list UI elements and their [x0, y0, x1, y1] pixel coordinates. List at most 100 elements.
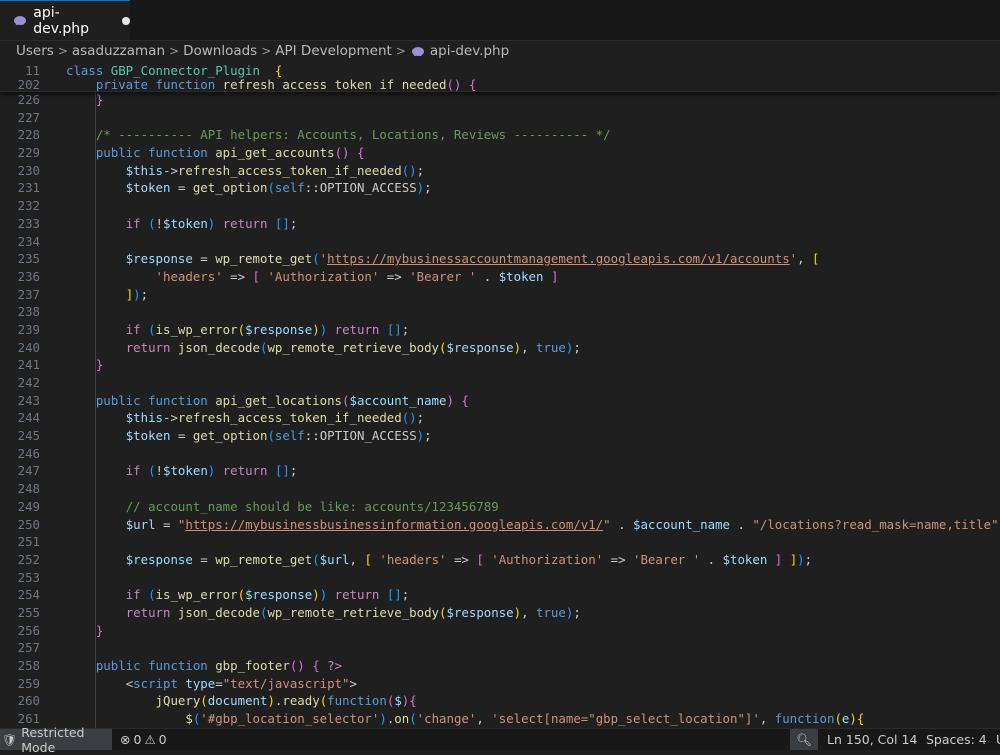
code-line[interactable]: 247 if (!$token) return []; — [0, 462, 1000, 480]
code-token: wp_remote_retrieve_body — [267, 604, 440, 620]
sticky-scroll-header[interactable]: 11 class GBP_Connector_Plugin {202 privat… — [0, 62, 1000, 92]
breadcrumb-item-file[interactable]: api-dev.php — [430, 43, 509, 59]
code-token: ( — [148, 463, 156, 479]
code-line[interactable]: 226 } — [0, 91, 1000, 109]
code-line[interactable]: 258 public function gbp_footer() { ?> — [0, 657, 1000, 675]
code-line[interactable]: 234 — [0, 233, 1000, 251]
breadcrumb-item-users[interactable]: Users — [16, 43, 54, 59]
code-token: refresh_access_token_if_needed — [222, 76, 447, 92]
code-line[interactable]: 244 $this->refresh_access_token_if_neede… — [0, 409, 1000, 427]
code-token: ( — [312, 551, 320, 567]
code-token: ; — [573, 604, 581, 620]
code-line[interactable]: 239 if (is_wp_error($response)) return [… — [0, 321, 1000, 339]
indentation-setting[interactable]: Spaces: 4 — [926, 729, 987, 750]
code-token: OPTION_ACCESS — [319, 180, 417, 196]
error-icon: ⊗ — [120, 732, 131, 747]
code-line[interactable]: 246 — [0, 445, 1000, 463]
code-line[interactable]: 240 return json_decode(wp_remote_retriev… — [0, 339, 1000, 357]
problems-indicator[interactable]: ⊗ 0 ⚠ 0 — [120, 729, 167, 750]
code-token: $account_name — [349, 392, 447, 408]
line-number: 246 — [17, 445, 40, 461]
code-line[interactable]: 242 — [0, 374, 1000, 392]
code-token: , — [797, 251, 813, 267]
code-token: ] — [782, 551, 798, 567]
line-code: } — [66, 91, 103, 109]
code-line[interactable]: 253 — [0, 569, 1000, 587]
code-token: json_decode — [177, 339, 260, 355]
code-line[interactable]: 228 /* ---------- API helpers: Accounts,… — [0, 126, 1000, 144]
code-token: = — [192, 251, 216, 267]
code-line[interactable]: 235 $response = wp_remote_get('https://m… — [0, 250, 1000, 268]
line-code: return json_decode(wp_remote_retrieve_bo… — [66, 339, 581, 357]
breadcrumb-item-downloads[interactable]: Downloads — [183, 43, 257, 59]
code-token: () { — [289, 658, 328, 673]
encoding-indicator[interactable]: U — [996, 729, 1000, 750]
restricted-mode-indicator[interactable]: 🛡 Restricted Mode — [0, 725, 112, 755]
code-token: ) — [312, 587, 320, 603]
code-token: , — [476, 711, 492, 727]
code-line[interactable]: 233 if (!$token) return []; — [0, 215, 1000, 233]
code-line[interactable]: 250 $url = "https://mybusinessbusinessin… — [0, 516, 1000, 534]
code-line[interactable]: 238 — [0, 303, 1000, 321]
tab-api-dev-php[interactable]: api-dev.php — [0, 0, 130, 40]
error-count: 0 — [133, 732, 142, 747]
code-line[interactable]: 243 public function api_get_locations($a… — [0, 392, 1000, 410]
code-line[interactable]: 261 $('#gbp_location_selector').on('chan… — [0, 710, 1000, 728]
code-line[interactable]: 259 <script type="text/javascript"> — [0, 675, 1000, 693]
code-lines[interactable]: 226 } 227 228 /* ---------- API helpers: A… — [0, 91, 1000, 728]
code-token: , — [521, 339, 537, 355]
code-line[interactable]: 236 'headers' => [ 'Authorization' => 'B… — [0, 268, 1000, 286]
code-line[interactable]: 257 — [0, 639, 1000, 657]
code-token: :: — [304, 180, 320, 196]
unsaved-dot-icon[interactable] — [122, 16, 130, 25]
code-token: . — [476, 268, 499, 284]
code-token: $url — [125, 516, 156, 532]
code-line[interactable]: 245 $token = get_option(self::OPTION_ACC… — [0, 427, 1000, 445]
code-token: refresh_access_token_if_needed — [177, 162, 402, 178]
code-line[interactable]: 256 } — [0, 622, 1000, 640]
code-line[interactable]: 231 $token = get_option(self::OPTION_ACC… — [0, 179, 1000, 197]
breadcrumb-item-user[interactable]: asaduzzaman — [72, 43, 165, 59]
code-token: ; — [416, 410, 425, 426]
code-line[interactable]: 249 // account_name should be like: acco… — [0, 498, 1000, 516]
code-line[interactable]: 202 private function refresh_access_toke… — [0, 76, 1000, 92]
code-line[interactable]: 230 $this->refresh_access_token_if_neede… — [0, 162, 1000, 180]
line-number: 236 — [17, 268, 40, 284]
code-line[interactable]: 251 — [0, 533, 1000, 551]
code-token: , — [349, 551, 365, 567]
code-line[interactable]: 229 public function api_get_accounts() { — [0, 144, 1000, 162]
code-token: 'Authorization' — [491, 551, 604, 567]
code-token: $ — [394, 693, 402, 709]
code-token: jQuery — [155, 693, 201, 709]
code-line[interactable]: 255 return json_decode(wp_remote_retriev… — [0, 604, 1000, 622]
code-line[interactable]: 252 $response = wp_remote_get($url, [ 'h… — [0, 551, 1000, 569]
code-line[interactable]: 254 if (is_wp_error($response)) return [… — [0, 586, 1000, 604]
cursor-position[interactable]: Ln 150, Col 14 — [827, 729, 917, 750]
code-line[interactable]: 232 — [0, 197, 1000, 215]
code-token: $token — [125, 180, 171, 196]
code-line[interactable]: 237 ]); — [0, 286, 1000, 304]
code-token: . — [610, 516, 633, 532]
line-number: 243 — [17, 392, 40, 408]
line-number: 258 — [17, 658, 40, 673]
breadcrumb-item-api-development[interactable]: API Development — [275, 43, 392, 59]
code-line[interactable]: 227 — [0, 109, 1000, 127]
code-editor[interactable]: 11 class GBP_Connector_Plugin {202 privat… — [0, 62, 1000, 728]
zoom-icon[interactable]: 🔍︎ — [790, 729, 818, 750]
code-line[interactable]: 241 } — [0, 356, 1000, 374]
code-line[interactable]: 248 — [0, 480, 1000, 498]
code-token: -> — [163, 162, 178, 178]
code-token: () { — [334, 145, 365, 161]
code-token: if — [125, 321, 149, 337]
code-token: ) — [133, 286, 141, 302]
code-line[interactable]: 260 jQuery(document).ready(function($){ — [0, 692, 1000, 710]
chevron-right-icon: > — [169, 44, 180, 58]
code-token: > — [349, 675, 357, 691]
code-token: ) — [379, 711, 387, 727]
